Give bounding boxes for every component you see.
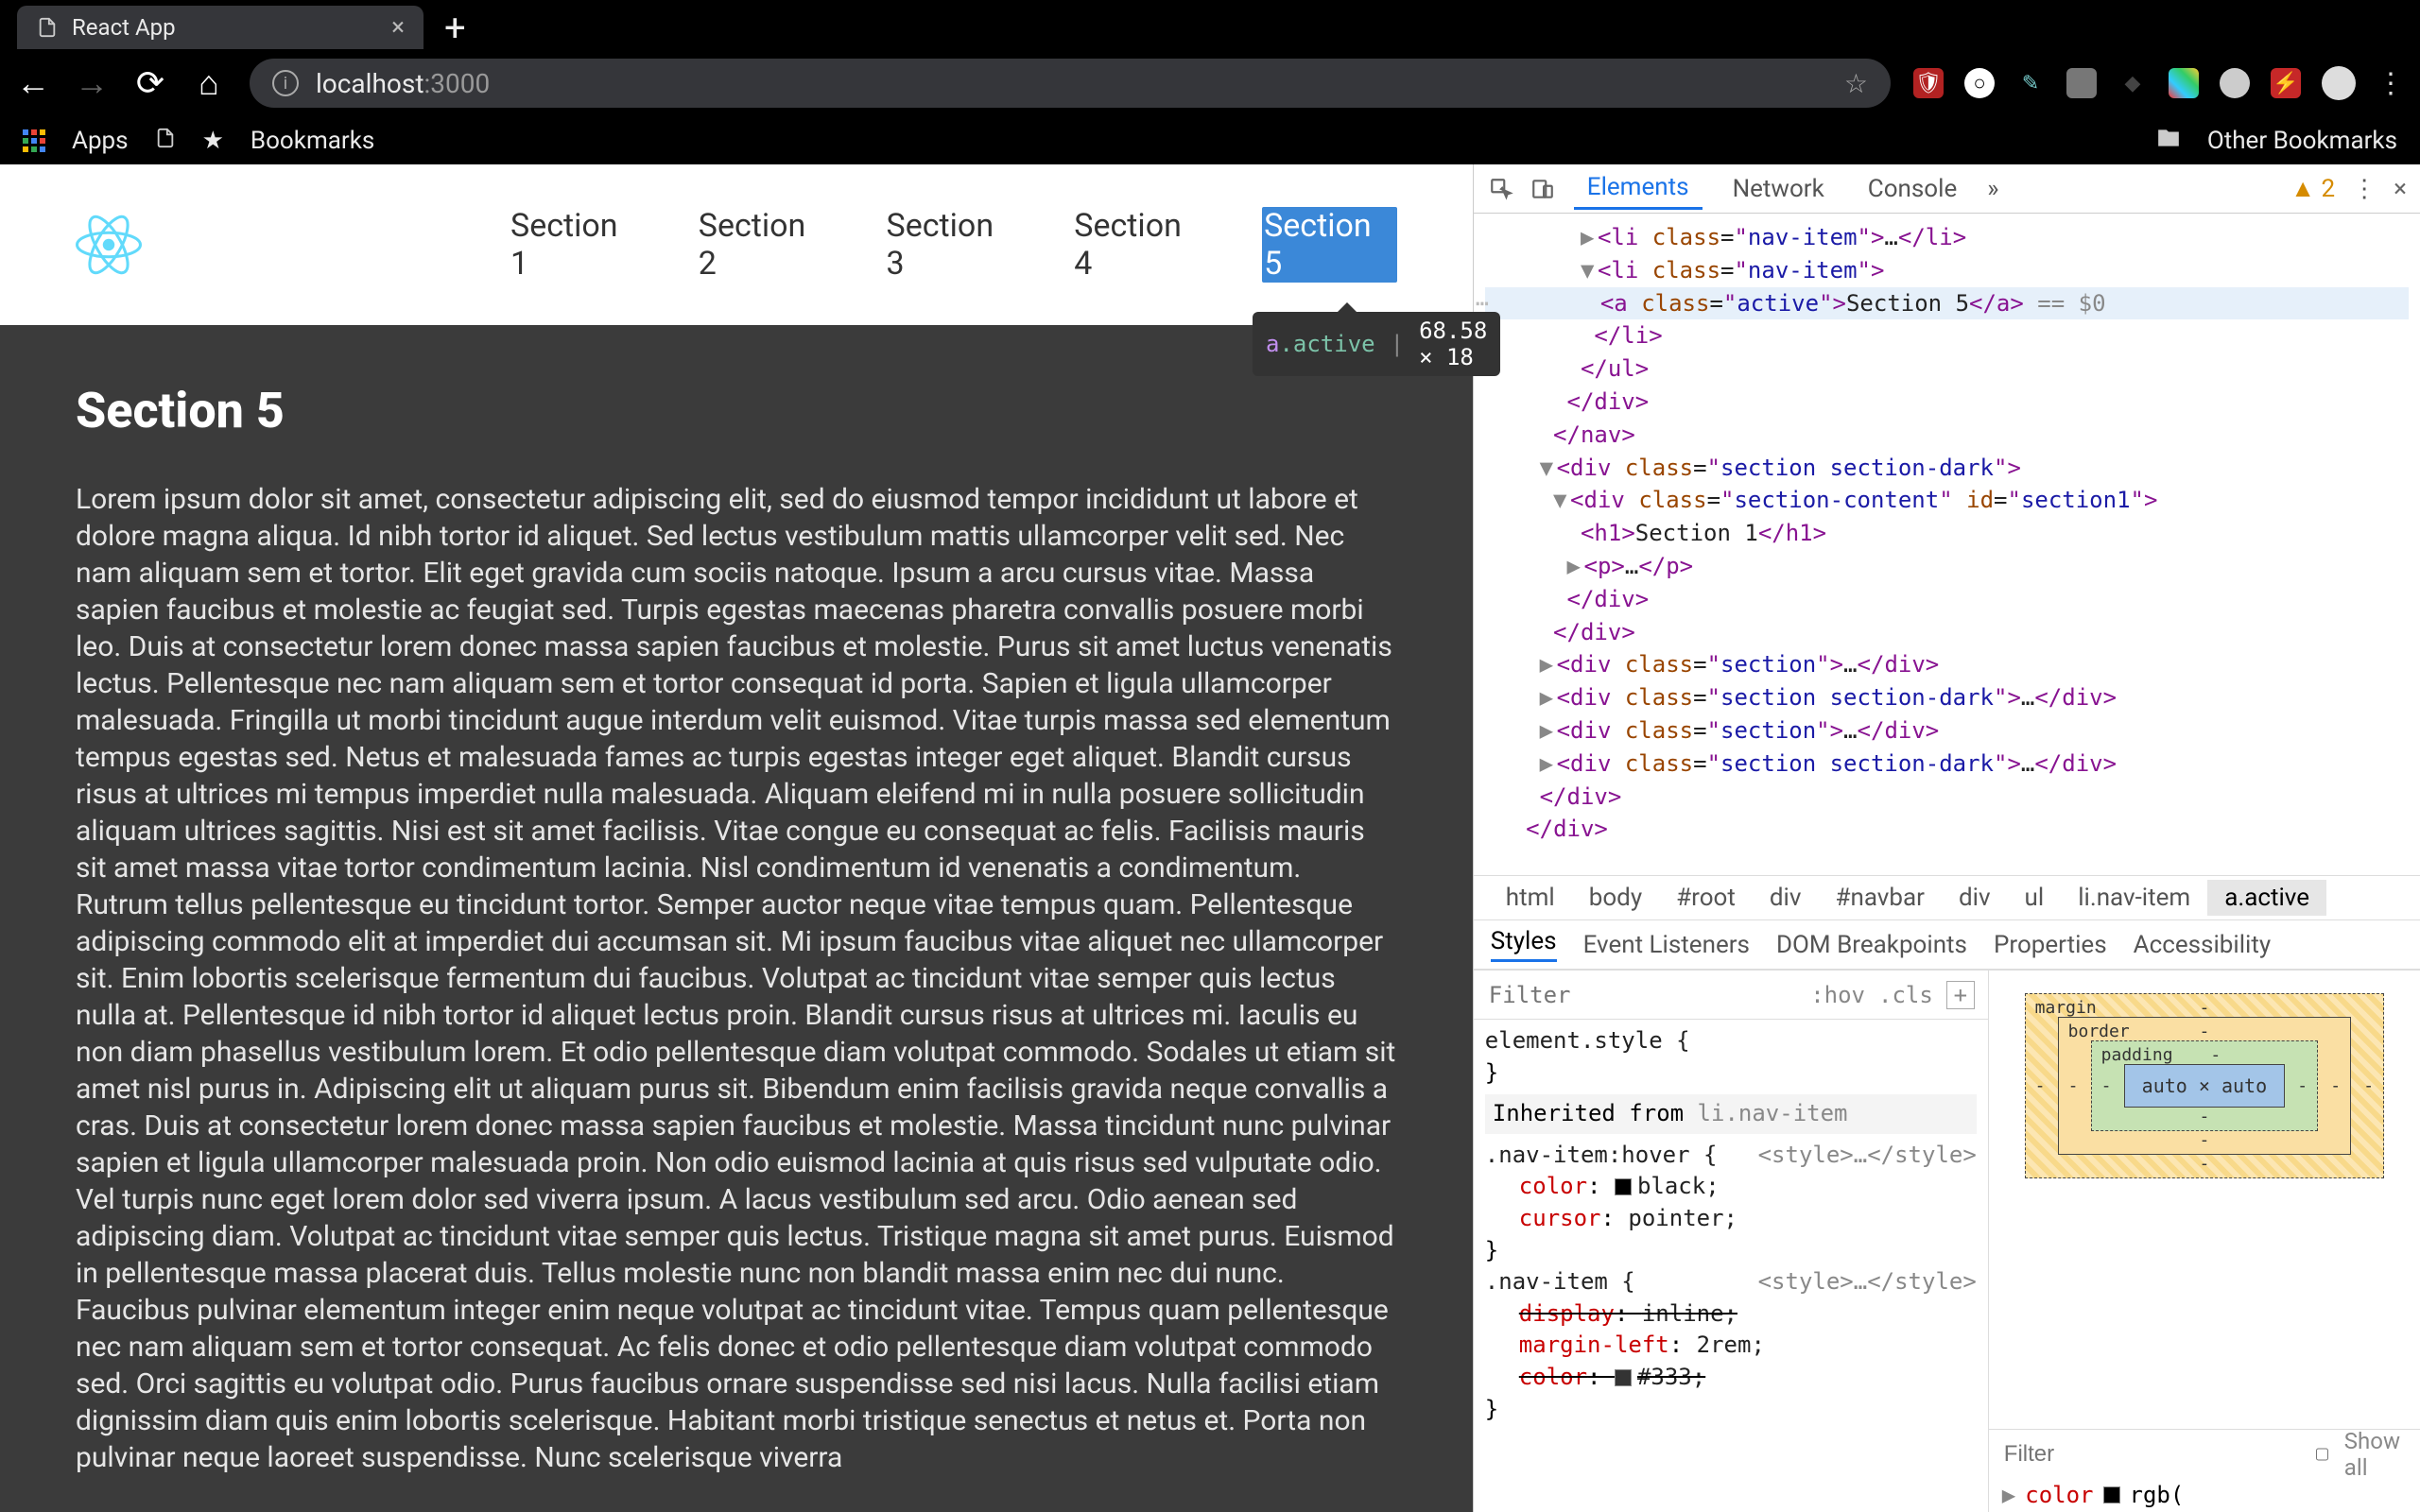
bookmark-star-icon: ★ — [202, 127, 224, 155]
site-info-icon[interactable]: i — [272, 70, 299, 96]
tab-network[interactable]: Network — [1720, 169, 1838, 209]
bookmarks-link[interactable]: Bookmarks — [251, 127, 374, 155]
extension-icon[interactable]: ○ — [1964, 68, 1995, 98]
extension-icon[interactable] — [2066, 68, 2097, 98]
breadcrumb-item[interactable]: div — [1942, 880, 2008, 916]
bookmarks-bar: Apps ★ Bookmarks Other Bookmarks — [0, 117, 2420, 164]
profile-avatar[interactable] — [2322, 66, 2356, 100]
extension-icon[interactable] — [2220, 68, 2250, 98]
computed-property[interactable]: ▶ color rgb( — [1989, 1478, 2420, 1512]
add-rule-button[interactable]: + — [1946, 981, 1975, 1009]
styles-filter-input[interactable] — [1487, 981, 1797, 1009]
extension-icon[interactable]: ✎ — [2015, 68, 2046, 98]
show-all-checkbox[interactable] — [2316, 1445, 2328, 1464]
css-rules[interactable]: element.style { } Inherited from li.nav-… — [1474, 1020, 1988, 1512]
show-all-label: Show all — [2344, 1428, 2407, 1481]
page-viewport: Section 1 Section 2 Section 3 Section 4 … — [0, 164, 1473, 1512]
back-button[interactable]: ← — [15, 63, 51, 103]
tab-elements[interactable]: Elements — [1574, 167, 1703, 210]
tab-console[interactable]: Console — [1855, 169, 1970, 209]
browser-tabbar: React App × + — [0, 0, 2420, 49]
tab-event-listeners[interactable]: Event Listeners — [1583, 931, 1750, 959]
computed-panel: margin - - - - border - - - - — [1989, 971, 2420, 1512]
styles-tabs: Styles Event Listeners DOM Breakpoints P… — [1474, 920, 2420, 970]
nav-list: Section 1 Section 2 Section 3 Section 4 … — [510, 207, 1397, 283]
folder-icon — [2156, 126, 2181, 157]
apps-link[interactable]: Apps — [72, 127, 129, 155]
breadcrumb-item[interactable]: #navbar — [1818, 880, 1941, 916]
app-navbar: Section 1 Section 2 Section 3 Section 4 … — [0, 164, 1473, 325]
devtools-menu-icon[interactable]: ⋮ — [2352, 175, 2377, 203]
browser-tab[interactable]: React App × — [17, 6, 424, 49]
cls-toggle[interactable]: .cls — [1878, 982, 1933, 1008]
bookmark-page-icon[interactable] — [155, 127, 176, 155]
extensions-row: 🛡 ○ ✎ ◆ ⚡ ⋮ — [1913, 66, 2405, 100]
tab-properties[interactable]: Properties — [1994, 931, 2107, 959]
breadcrumb-item[interactable]: li.nav-item — [2061, 880, 2207, 916]
extension-icon[interactable]: ◆ — [2118, 68, 2148, 98]
devtools-close-icon[interactable]: × — [2394, 175, 2407, 203]
tab-accessibility[interactable]: Accessibility — [2134, 931, 2272, 959]
breadcrumb-item[interactable]: body — [1572, 880, 1659, 916]
breadcrumb-item[interactable]: a.active — [2207, 880, 2326, 916]
url-text: localhost:3000 — [316, 68, 1827, 99]
home-button[interactable]: ⌂ — [191, 63, 227, 103]
tab-styles[interactable]: Styles — [1491, 927, 1557, 962]
breadcrumb-item[interactable]: #root — [1659, 880, 1753, 916]
page-icon — [36, 16, 59, 39]
devtools-tabs: Elements Network Console » ▲ 2 ⋮ × — [1474, 164, 2420, 214]
tab-dom-breakpoints[interactable]: DOM Breakpoints — [1776, 931, 1967, 959]
warning-badge[interactable]: ▲ 2 — [2290, 174, 2335, 203]
other-bookmarks-link[interactable]: Other Bookmarks — [2207, 127, 2397, 155]
box-model[interactable]: margin - - - - border - - - - — [2025, 993, 2384, 1178]
nav-item-section-2[interactable]: Section 2 — [699, 207, 830, 283]
nav-item-section-5[interactable]: Section 5 — [1262, 207, 1397, 283]
ublock-extension-icon[interactable]: 🛡 — [1913, 68, 1944, 98]
close-tab-icon[interactable]: × — [391, 13, 405, 42]
apps-icon[interactable] — [23, 129, 45, 152]
styles-panel: :hov .cls + element.style { } Inherited … — [1474, 971, 1989, 1512]
device-toolbar-icon[interactable] — [1529, 175, 1557, 203]
breadcrumb-item[interactable]: div — [1753, 880, 1819, 916]
address-bar[interactable]: i localhost:3000 ☆ — [250, 59, 1891, 108]
section-text: Lorem ipsum dolor sit amet, consectetur … — [76, 481, 1397, 1476]
extension-icon[interactable] — [2169, 68, 2199, 98]
nav-item-section-1[interactable]: Section 1 — [510, 207, 642, 283]
computed-filter-input[interactable] — [2002, 1440, 2299, 1469]
inspect-element-icon[interactable] — [1487, 175, 1515, 203]
page-body: Section 5 Lorem ipsum dolor sit amet, co… — [0, 325, 1473, 1512]
nav-item-section-4[interactable]: Section 4 — [1074, 207, 1205, 283]
new-tab-button[interactable]: + — [444, 9, 466, 47]
reload-button[interactable]: ⟳ — [132, 63, 168, 103]
tab-title: React App — [72, 14, 378, 41]
dom-tree[interactable]: ▶<li class="nav-item">…</li> ▼<li class=… — [1474, 214, 2420, 875]
browser-toolbar: ← → ⟳ ⌂ i localhost:3000 ☆ 🛡 ○ ✎ ◆ ⚡ ⋮ — [0, 49, 2420, 117]
inspect-tooltip: a.active | 68.58 × 18 — [1253, 312, 1500, 376]
forward-button[interactable]: → — [74, 63, 110, 103]
breadcrumb-item[interactable]: html — [1489, 880, 1572, 916]
dom-breadcrumb[interactable]: html body #root div #navbar div ul li.na… — [1474, 875, 2420, 920]
chrome-menu-icon[interactable]: ⋮ — [2377, 67, 2405, 100]
flash-extension-icon[interactable]: ⚡ — [2271, 68, 2301, 98]
computed-filter-row: Show all — [1989, 1429, 2420, 1478]
section-heading: Section 5 — [76, 382, 1397, 439]
react-logo-icon — [76, 212, 142, 278]
more-tabs-icon[interactable]: » — [1987, 175, 1998, 203]
breadcrumb-item[interactable]: ul — [2008, 880, 2062, 916]
hov-toggle[interactable]: :hov — [1810, 982, 1865, 1008]
bookmark-star-icon[interactable]: ☆ — [1844, 68, 1868, 99]
styles-filter-row: :hov .cls + — [1474, 971, 1988, 1020]
nav-item-section-3[interactable]: Section 3 — [887, 207, 1018, 283]
devtools-panel: Elements Network Console » ▲ 2 ⋮ × ▶<li … — [1473, 164, 2420, 1512]
